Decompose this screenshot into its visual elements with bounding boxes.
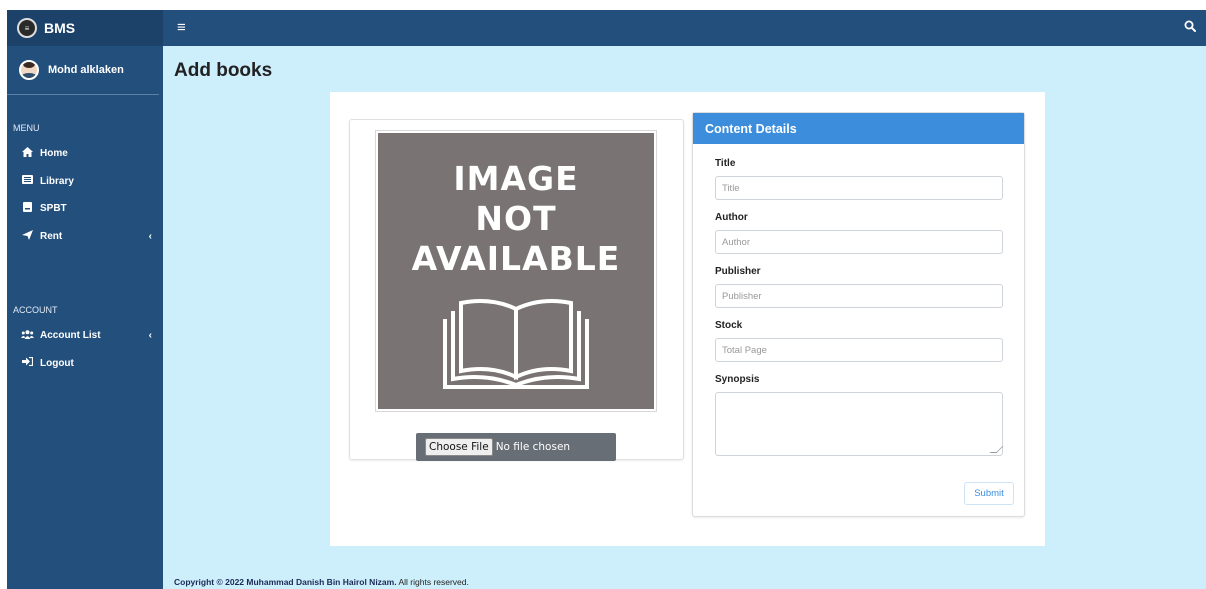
submit-button[interactable]: Submit — [964, 482, 1014, 505]
add-book-panel: IMAGE NOT AVAILABLE Choose File No file … — [330, 92, 1045, 546]
menu-header: MENU — [13, 123, 40, 133]
sidebar-item-label: Home — [40, 148, 68, 160]
menu-list: Home Library SPBT Rent ‹ — [7, 140, 163, 250]
account-list: Account List ‹ Logout — [7, 322, 163, 377]
hamburger-icon[interactable]: ≡ — [177, 19, 186, 36]
sidebar-item-spbt[interactable]: SPBT — [7, 195, 163, 223]
sidebar-item-label: Rent — [40, 230, 63, 242]
author-field[interactable]: Author — [715, 230, 1003, 254]
image-upload-card: IMAGE NOT AVAILABLE Choose File No file … — [349, 119, 684, 461]
account-header: ACCOUNT — [13, 305, 58, 315]
stock-label: Stock — [715, 320, 743, 331]
chevron-left-icon: ‹ — [148, 230, 152, 242]
publisher-field[interactable]: Publisher — [715, 284, 1003, 308]
page-title: Add books — [174, 60, 273, 81]
content-details-form: Content Details Title Title Author Autho… — [692, 112, 1025, 517]
main-content: Add books IMAGE NOT AVAILABLE Choose Fil… — [163, 46, 1206, 589]
bms-logo-icon: ≡ — [17, 18, 37, 38]
brand-name: BMS — [44, 20, 76, 36]
sidebar-item-rent[interactable]: Rent ‹ — [7, 223, 163, 251]
users-icon — [21, 330, 34, 342]
book-cover-preview: IMAGE NOT AVAILABLE — [375, 130, 657, 412]
search-icon[interactable] — [1184, 19, 1198, 33]
topbar: ≡ — [163, 10, 1206, 46]
synopsis-label: Synopsis — [715, 374, 760, 385]
logout-icon — [21, 357, 33, 369]
choose-file-button[interactable]: Choose File — [425, 438, 493, 456]
chevron-left-icon: ‹ — [148, 330, 152, 342]
file-input[interactable]: Choose File No file chosen — [416, 433, 616, 461]
sidebar-item-label: Library — [40, 175, 74, 187]
publisher-label: Publisher — [715, 266, 761, 277]
stock-field[interactable]: Total Page — [715, 338, 1003, 362]
sidebar-item-account-list[interactable]: Account List ‹ — [7, 322, 163, 350]
form-header: Content Details — [693, 113, 1024, 144]
placeholder-line: NOT — [475, 199, 557, 238]
sidebar-item-library[interactable]: Library — [7, 168, 163, 196]
avatar — [19, 60, 39, 80]
sidebar: ≡ BMS Mohd alklaken MENU Home Library SP… — [7, 10, 163, 589]
image-not-available-placeholder: IMAGE NOT AVAILABLE — [378, 133, 654, 409]
footer-copyright: Copyright © 2022 Muhammad Danish Bin Hai… — [174, 577, 397, 587]
user-panel[interactable]: Mohd alklaken — [7, 46, 159, 95]
sidebar-item-label: Account List — [40, 330, 101, 342]
home-icon — [21, 147, 33, 160]
footer: Copyright © 2022 Muhammad Danish Bin Hai… — [174, 577, 469, 589]
spbt-icon — [21, 202, 33, 215]
sidebar-item-home[interactable]: Home — [7, 140, 163, 168]
sidebar-item-label: Logout — [40, 357, 74, 369]
rent-icon — [21, 229, 33, 243]
sidebar-item-logout[interactable]: Logout — [7, 350, 163, 378]
title-label: Title — [715, 158, 736, 169]
synopsis-textarea[interactable] — [715, 392, 1003, 456]
author-label: Author — [715, 212, 748, 223]
brand-link[interactable]: ≡ BMS — [7, 10, 163, 46]
open-book-icon — [443, 299, 589, 389]
title-field[interactable]: Title — [715, 176, 1003, 200]
user-name: Mohd alklaken — [48, 64, 124, 76]
app-shell: ≡ BMS Mohd alklaken MENU Home Library SP… — [7, 10, 1206, 589]
file-status: No file chosen — [495, 441, 571, 453]
footer-rights: All rights reserved. — [396, 577, 469, 587]
placeholder-line: IMAGE — [453, 159, 579, 198]
sidebar-item-label: SPBT — [40, 203, 67, 215]
placeholder-line: AVAILABLE — [411, 239, 621, 278]
library-icon — [21, 175, 33, 187]
